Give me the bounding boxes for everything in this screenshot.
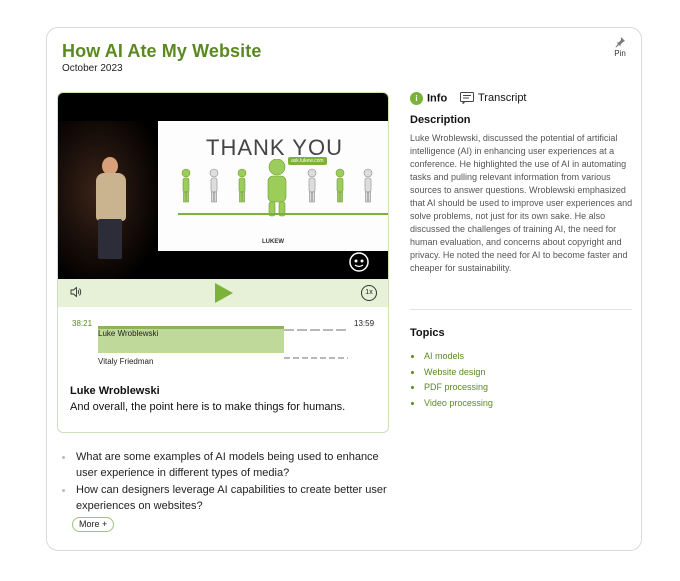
description-text: Luke Wroblewski, discussed the potential…: [410, 133, 633, 274]
player-controls: 1x: [58, 279, 388, 307]
speaker-timeline[interactable]: 38:21 13:59 Luke Wroblewski Vitaly Fried…: [58, 307, 388, 377]
more-button[interactable]: More +: [72, 517, 115, 532]
topic-link[interactable]: AI models: [410, 349, 493, 365]
slide-logo: LUKEW: [262, 239, 284, 245]
slide-divider-line: [178, 213, 388, 215]
tab-info-label: Info: [427, 92, 448, 105]
play-icon[interactable]: [212, 282, 234, 304]
pin-label: Pin: [614, 49, 626, 58]
other-speaker-label: Vitaly Friedman: [98, 357, 154, 366]
info-icon: i: [410, 92, 423, 105]
video-player: THANK YOU ask.lukew.com LUKEW 1x 38:21 1…: [57, 92, 389, 433]
description-heading: Description: [410, 114, 471, 126]
question-item[interactable]: How can designers leverage AI capabiliti…: [62, 483, 392, 514]
current-time: 38:21: [72, 319, 93, 328]
speaker-track-segment: [284, 357, 348, 359]
playback-speed-button[interactable]: 1x: [361, 285, 377, 301]
section-divider: [410, 309, 632, 310]
speaker-stage: [58, 121, 158, 279]
question-item[interactable]: What are some examples of AI models bein…: [62, 450, 392, 481]
speaker-track-segment: [284, 329, 348, 331]
end-time: 13:59: [354, 319, 375, 328]
talk-date: October 2023: [62, 63, 123, 74]
quote-speaker: Luke Wroblewski: [70, 385, 160, 397]
topics-heading: Topics: [410, 327, 445, 339]
topics-list: AI models Website design PDF processing …: [410, 349, 493, 411]
suggested-questions: What are some examples of AI models bein…: [62, 450, 392, 516]
tab-info[interactable]: i Info: [410, 92, 460, 108]
topic-link[interactable]: PDF processing: [410, 380, 493, 396]
volume-icon[interactable]: [70, 286, 82, 298]
pin-icon: [615, 37, 625, 48]
presentation-slide: THANK YOU ask.lukew.com LUKEW: [158, 121, 388, 251]
active-speaker-label: Luke Wroblewski: [98, 329, 159, 338]
transcript-icon: [460, 92, 474, 105]
slide-figures-illustration: [181, 159, 373, 217]
topic-link[interactable]: Website design: [410, 365, 493, 381]
channel-logo-icon: [349, 252, 369, 272]
topic-link[interactable]: Video processing: [410, 396, 493, 412]
page-title: How AI Ate My Website: [62, 41, 262, 61]
tab-transcript-label: Transcript: [478, 92, 527, 105]
quote-text: And overall, the point here is to make t…: [70, 401, 346, 413]
pin-button[interactable]: Pin: [608, 36, 632, 58]
video-frame[interactable]: THANK YOU ask.lukew.com LUKEW: [58, 93, 388, 279]
tab-transcript[interactable]: Transcript: [460, 92, 540, 108]
